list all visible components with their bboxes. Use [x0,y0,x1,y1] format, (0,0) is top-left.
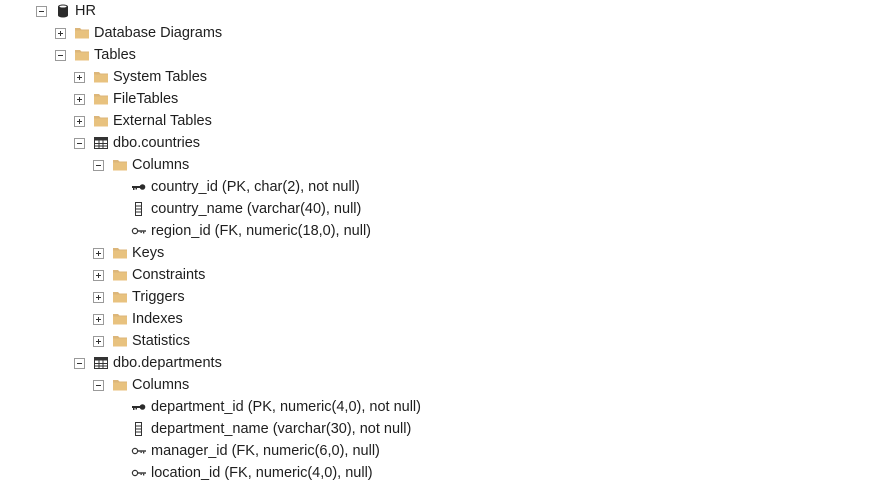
tree-node-countries-statistics[interactable]: Statistics [93,330,190,352]
expand-toggle[interactable] [74,115,85,127]
node-label: country_name (varchar(40), null) [151,201,362,217]
tree-node-database-diagrams[interactable]: Database Diagrams [55,22,222,44]
collapse-toggle[interactable] [36,5,47,17]
node-label: dbo.countries [113,135,201,151]
node-label: Columns [132,377,190,393]
tree-node-system-tables[interactable]: System Tables [74,66,207,88]
collapse-toggle[interactable] [93,159,104,171]
node-label: FileTables [113,91,179,107]
folder-icon [112,245,128,261]
node-label: Indexes [132,311,183,327]
node-label: Triggers [132,289,185,305]
tree-node-countries-columns[interactable]: Columns [93,154,189,176]
database-icon [55,3,71,19]
node-label: location_id (FK, numeric(4,0), null) [151,465,373,481]
expand-toggle[interactable] [93,247,104,259]
folder-icon [93,69,109,85]
collapse-toggle[interactable] [74,357,85,369]
collapse-toggle[interactable] [55,49,66,61]
tree-node-departments-columns[interactable]: Columns [93,374,189,396]
column-icon [131,201,147,217]
collapse-toggle[interactable] [93,379,104,391]
tree-node-countries-triggers[interactable]: Triggers [93,286,185,308]
folder-icon [112,333,128,349]
table-icon [93,135,109,151]
node-label: Keys [132,245,165,261]
expand-toggle[interactable] [74,71,85,83]
folder-icon [74,25,90,41]
tree-node-countries-constraints[interactable]: Constraints [93,264,205,286]
folder-icon [93,91,109,107]
folder-icon [74,47,90,63]
node-label: manager_id (FK, numeric(6,0), null) [151,443,380,459]
table-icon [93,355,109,371]
tree-node-column-manager-id[interactable]: manager_id (FK, numeric(6,0), null) [131,440,380,462]
foreign-key-icon [131,465,147,481]
node-label: dbo.departments [113,355,222,371]
node-label: department_name (varchar(30), not null) [151,421,412,437]
foreign-key-icon [131,443,147,459]
folder-icon [112,267,128,283]
node-label: Tables [94,47,136,63]
expand-toggle[interactable] [93,291,104,303]
node-label: System Tables [113,69,208,85]
node-label: Constraints [132,267,206,283]
tree-node-table-departments[interactable]: dbo.departments [74,352,222,374]
node-label: department_id (PK, numeric(4,0), not nul… [151,399,421,415]
expand-toggle[interactable] [55,27,66,39]
tree-node-table-countries[interactable]: dbo.countries [74,132,200,154]
expand-toggle[interactable] [93,313,104,325]
tree-node-column-department-id[interactable]: department_id (PK, numeric(4,0), not nul… [131,396,421,418]
folder-icon [93,113,109,129]
expand-toggle[interactable] [74,93,85,105]
primary-key-icon [131,399,147,415]
node-label: Statistics [132,333,191,349]
object-explorer-tree: HR Database Diagrams Tables System Table… [0,0,885,483]
node-label: country_id (PK, char(2), not null) [151,179,360,195]
folder-icon [112,289,128,305]
tree-node-countries-indexes[interactable]: Indexes [93,308,183,330]
folder-icon [112,377,128,393]
tree-node-hr-database[interactable]: HR [36,0,96,22]
expand-toggle[interactable] [93,335,104,347]
node-label: region_id (FK, numeric(18,0), null) [151,223,372,239]
node-label: Database Diagrams [94,25,223,41]
tree-node-column-location-id[interactable]: location_id (FK, numeric(4,0), null) [131,462,373,484]
column-icon [131,421,147,437]
tree-node-tables[interactable]: Tables [55,44,136,66]
tree-node-column-department-name[interactable]: department_name (varchar(30), not null) [131,418,411,440]
primary-key-icon [131,179,147,195]
tree-node-column-country-name[interactable]: country_name (varchar(40), null) [131,198,361,220]
foreign-key-icon [131,223,147,239]
collapse-toggle[interactable] [74,137,85,149]
folder-icon [112,157,128,173]
node-label: HR [75,3,96,19]
tree-node-countries-keys[interactable]: Keys [93,242,164,264]
tree-node-column-region-id[interactable]: region_id (FK, numeric(18,0), null) [131,220,371,242]
expand-toggle[interactable] [93,269,104,281]
folder-icon [112,311,128,327]
tree-node-filetables[interactable]: FileTables [74,88,178,110]
tree-node-column-country-id[interactable]: country_id (PK, char(2), not null) [131,176,360,198]
node-label: Columns [132,157,190,173]
tree-node-external-tables[interactable]: External Tables [74,110,212,132]
node-label: External Tables [113,113,212,129]
